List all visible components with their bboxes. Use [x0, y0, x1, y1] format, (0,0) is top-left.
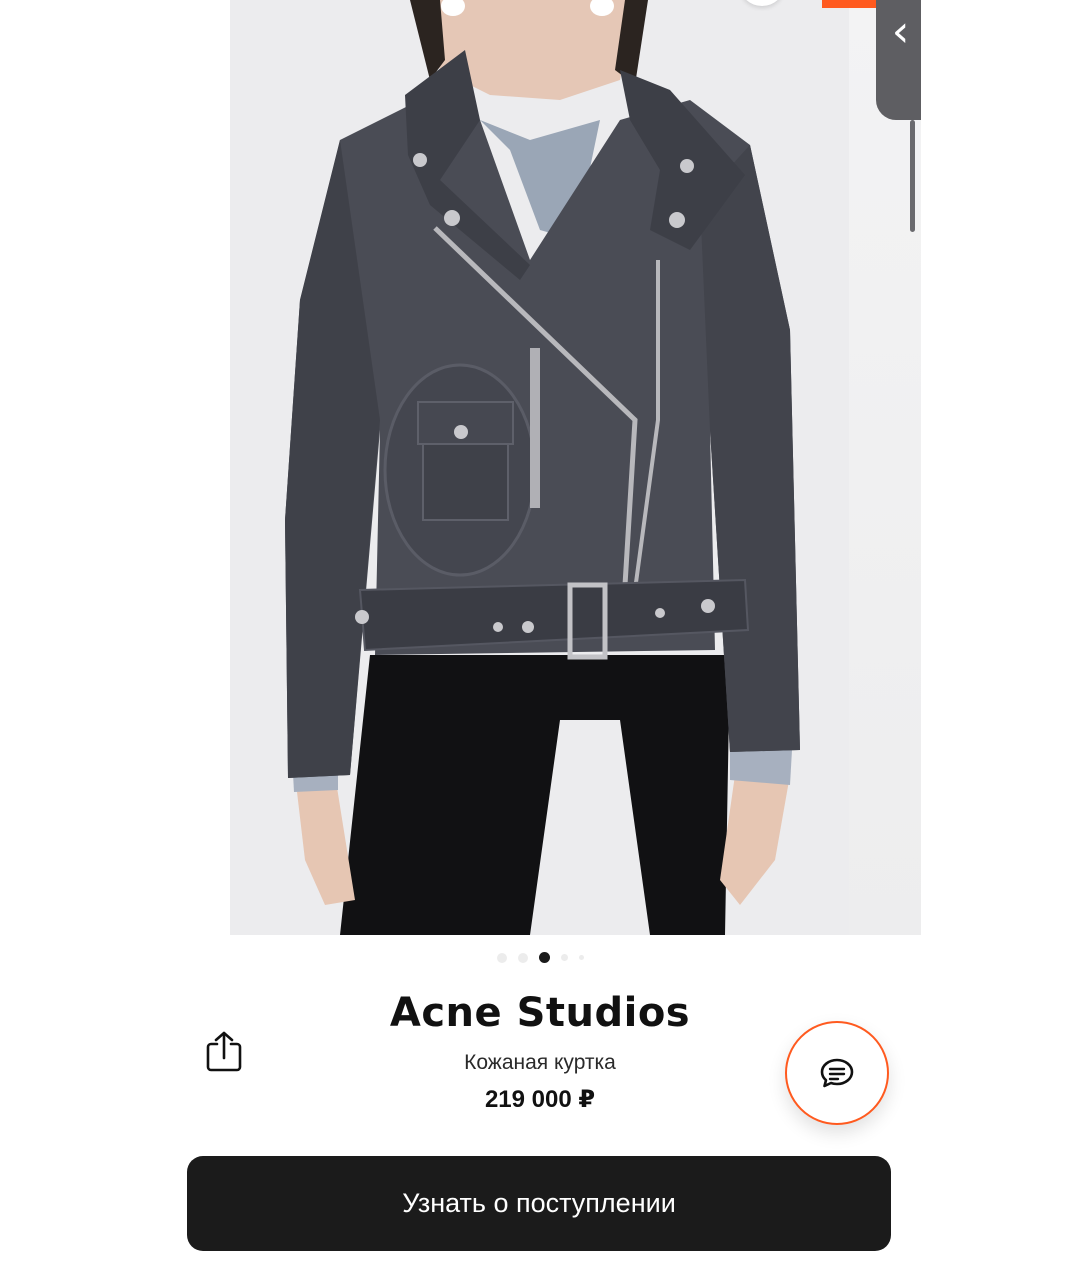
gallery-dot-active[interactable] — [538, 952, 550, 963]
notify-arrival-button[interactable]: Узнать о поступлении — [187, 1156, 891, 1251]
product-price: 219 000 ₽ — [484, 1086, 596, 1113]
scroll-indicator[interactable] — [910, 120, 915, 232]
product-brand[interactable]: Acne Studios — [0, 990, 1080, 1036]
gallery-dot[interactable] — [578, 955, 584, 960]
product-photo[interactable] — [230, 0, 849, 935]
gallery-dot[interactable] — [496, 952, 507, 963]
share-icon — [206, 1031, 242, 1072]
promo-tag — [822, 0, 876, 8]
share-button[interactable] — [203, 1030, 245, 1074]
chevron-left-icon: ‹ — [891, 6, 910, 57]
gallery-dot[interactable] — [560, 954, 568, 961]
gallery-pagination — [0, 952, 1080, 963]
gallery-dot[interactable] — [517, 952, 528, 963]
back-tab[interactable]: ‹ — [876, 0, 921, 120]
chat-button[interactable] — [785, 1021, 889, 1125]
leather-jacket-image — [230, 0, 849, 935]
chat-icon — [820, 1058, 854, 1088]
product-name: Кожаная куртка — [464, 1051, 616, 1074]
